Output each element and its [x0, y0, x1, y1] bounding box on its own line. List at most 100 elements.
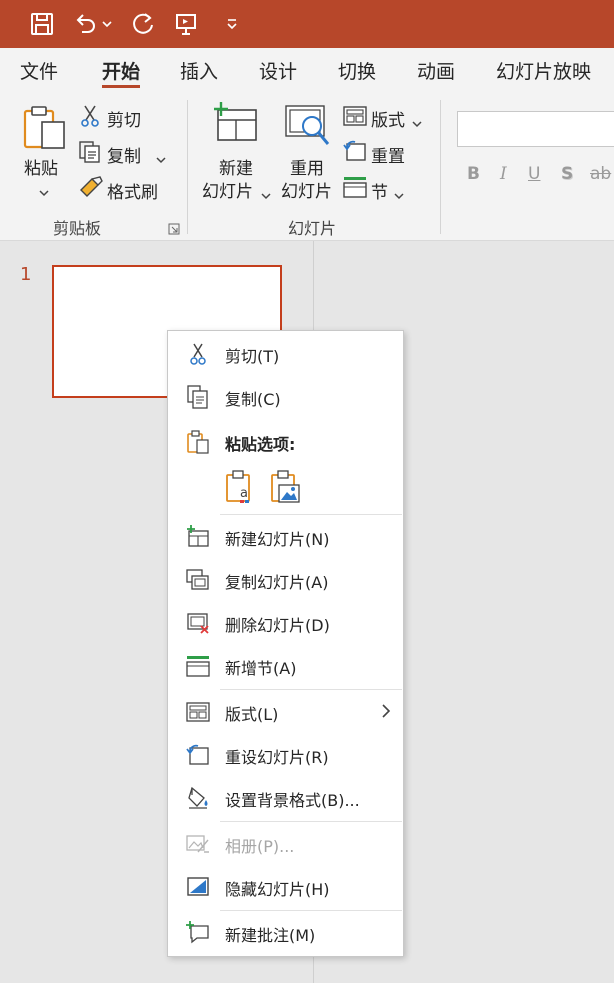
new-comment-icon [186, 921, 210, 945]
clipboard-group-label: 剪贴板 [53, 219, 102, 238]
hide-slide-icon [186, 875, 210, 899]
menu-item-photo-album: 相册(P)... [168, 826, 403, 862]
slide-number: 1 [20, 264, 32, 285]
section-dropdown-icon[interactable] [393, 185, 405, 204]
menu-item-label: 新建批注(M) [225, 926, 316, 945]
duplicate-slide-icon [186, 568, 210, 592]
undo-dropdown-icon[interactable] [98, 8, 116, 40]
format-painter-button[interactable]: 格式刷 [107, 178, 158, 203]
underline-button[interactable]: U [528, 164, 540, 184]
reuse-slides-label-1[interactable]: 重用 [290, 154, 324, 179]
menu-item-format-background[interactable]: 设置背景格式(B)... [168, 780, 403, 816]
format-painter-icon [78, 176, 104, 202]
photo-album-icon [186, 832, 210, 856]
menu-item-copy[interactable]: 复制(C) [168, 379, 403, 415]
menu-header-paste-options: 粘贴选项: [168, 424, 403, 460]
menu-item-new-slide[interactable]: 新建幻灯片(N) [168, 519, 403, 555]
paste-icon [186, 430, 210, 454]
section-icon [343, 176, 367, 202]
reset-icon [343, 140, 367, 166]
menu-item-hide-slide[interactable]: 隐藏幻灯片(H) [168, 869, 403, 905]
menu-item-duplicate-slide[interactable]: 复制幻灯片(A) [168, 562, 403, 598]
menu-separator [220, 821, 402, 822]
redo-icon[interactable] [128, 8, 160, 40]
cut-button[interactable]: 剪切 [107, 106, 141, 131]
strikethrough-button[interactable]: ab [590, 164, 611, 184]
chevron-right-icon [381, 703, 391, 723]
font-name-box[interactable] [457, 111, 614, 147]
layout-dropdown-icon[interactable] [411, 113, 423, 132]
menu-item-reset-slide[interactable]: 重设幻灯片(R) [168, 737, 403, 773]
tab-file[interactable]: 文件 [20, 57, 58, 84]
delete-slide-icon [186, 611, 210, 635]
present-icon[interactable] [170, 8, 202, 40]
menu-item-label: 新增节(A) [225, 659, 297, 678]
copy-dropdown-icon[interactable] [155, 149, 167, 168]
clipboard-launcher-icon[interactable] [168, 220, 180, 239]
paste-picture-icon[interactable] [269, 469, 303, 505]
tab-design[interactable]: 设计 [259, 57, 297, 84]
menu-item-label: 复制(C) [225, 390, 281, 409]
menu-item-label: 删除幻灯片(D) [225, 616, 330, 635]
tab-home[interactable]: 开始 [102, 57, 140, 84]
reuse-slides-icon[interactable] [284, 104, 334, 152]
menu-item-cut[interactable]: 剪切(T) [168, 336, 403, 372]
cut-icon [186, 342, 210, 366]
menu-item-label: 隐藏幻灯片(H) [225, 880, 330, 899]
copy-button[interactable]: 复制 [107, 142, 141, 167]
menu-separator [220, 910, 402, 911]
menu-item-label: 版式(L) [225, 705, 279, 724]
active-tab-indicator [102, 85, 140, 88]
menu-item-label: 剪切(T) [225, 347, 280, 366]
tab-animations[interactable]: 动画 [417, 57, 455, 84]
group-separator [187, 100, 188, 234]
cut-icon [80, 104, 100, 132]
save-icon[interactable] [26, 8, 58, 40]
reset-button[interactable]: 重置 [371, 142, 405, 167]
section-icon [186, 654, 210, 678]
slides-group-label: 幻灯片 [288, 219, 337, 238]
new-slide-dropdown-icon[interactable] [260, 185, 272, 204]
title-bar [0, 0, 614, 48]
new-slide-icon [186, 525, 210, 549]
paste-button[interactable]: 粘贴 [24, 154, 58, 179]
menu-item-label: 设置背景格式(B)... [225, 791, 360, 810]
paste-dropdown-icon[interactable] [38, 182, 50, 201]
layout-icon [343, 106, 367, 130]
paste-keep-text-only-icon[interactable]: a [224, 469, 258, 505]
menu-item-label: 相册(P)... [225, 837, 295, 856]
menu-item-label: 重设幻灯片(R) [225, 748, 329, 767]
menu-item-label: 复制幻灯片(A) [225, 573, 329, 592]
svg-text:a: a [240, 486, 248, 501]
copy-icon [186, 385, 210, 409]
layout-icon [186, 700, 210, 724]
menu-separator [220, 514, 402, 515]
group-separator [440, 100, 441, 234]
menu-item-new-comment[interactable]: 新建批注(M) [168, 915, 403, 951]
menu-separator [220, 689, 402, 690]
reset-icon [186, 743, 210, 767]
italic-button[interactable]: I [500, 164, 507, 184]
new-slide-label-1[interactable]: 新建 [219, 154, 253, 179]
tab-transitions[interactable]: 切换 [338, 57, 376, 84]
layout-button[interactable]: 版式 [371, 106, 405, 131]
shadow-button[interactable]: S [561, 164, 573, 184]
tab-insert[interactable]: 插入 [180, 57, 218, 84]
new-slide-label-2[interactable]: 幻灯片 [202, 177, 253, 202]
menu-item-layout[interactable]: 版式(L) [168, 694, 403, 730]
copy-icon [78, 140, 102, 168]
new-slide-icon[interactable] [212, 102, 260, 148]
reuse-slides-label-2[interactable]: 幻灯片 [281, 177, 332, 202]
bold-button[interactable]: B [467, 164, 480, 184]
format-background-icon [186, 786, 210, 810]
paste-icon[interactable] [22, 104, 68, 156]
menu-item-delete-slide[interactable]: 删除幻灯片(D) [168, 605, 403, 641]
menu-item-label: 新建幻灯片(N) [225, 530, 330, 549]
menu-item-label: 粘贴选项: [225, 435, 296, 454]
context-menu: 剪切(T) 复制(C) 粘贴选项: a 新建幻灯片(N) 复制幻灯片(A) 删除… [167, 330, 404, 957]
customize-qat-icon[interactable] [216, 8, 248, 40]
section-button[interactable]: 节 [371, 178, 388, 203]
menu-item-add-section[interactable]: 新增节(A) [168, 648, 403, 684]
tab-slideshow[interactable]: 幻灯片放映 [496, 57, 591, 84]
ribbon: 粘贴 剪切 复制 格式刷 剪贴板 新建 幻灯片 重用 幻灯片 版式 重置 节 幻… [0, 94, 614, 241]
